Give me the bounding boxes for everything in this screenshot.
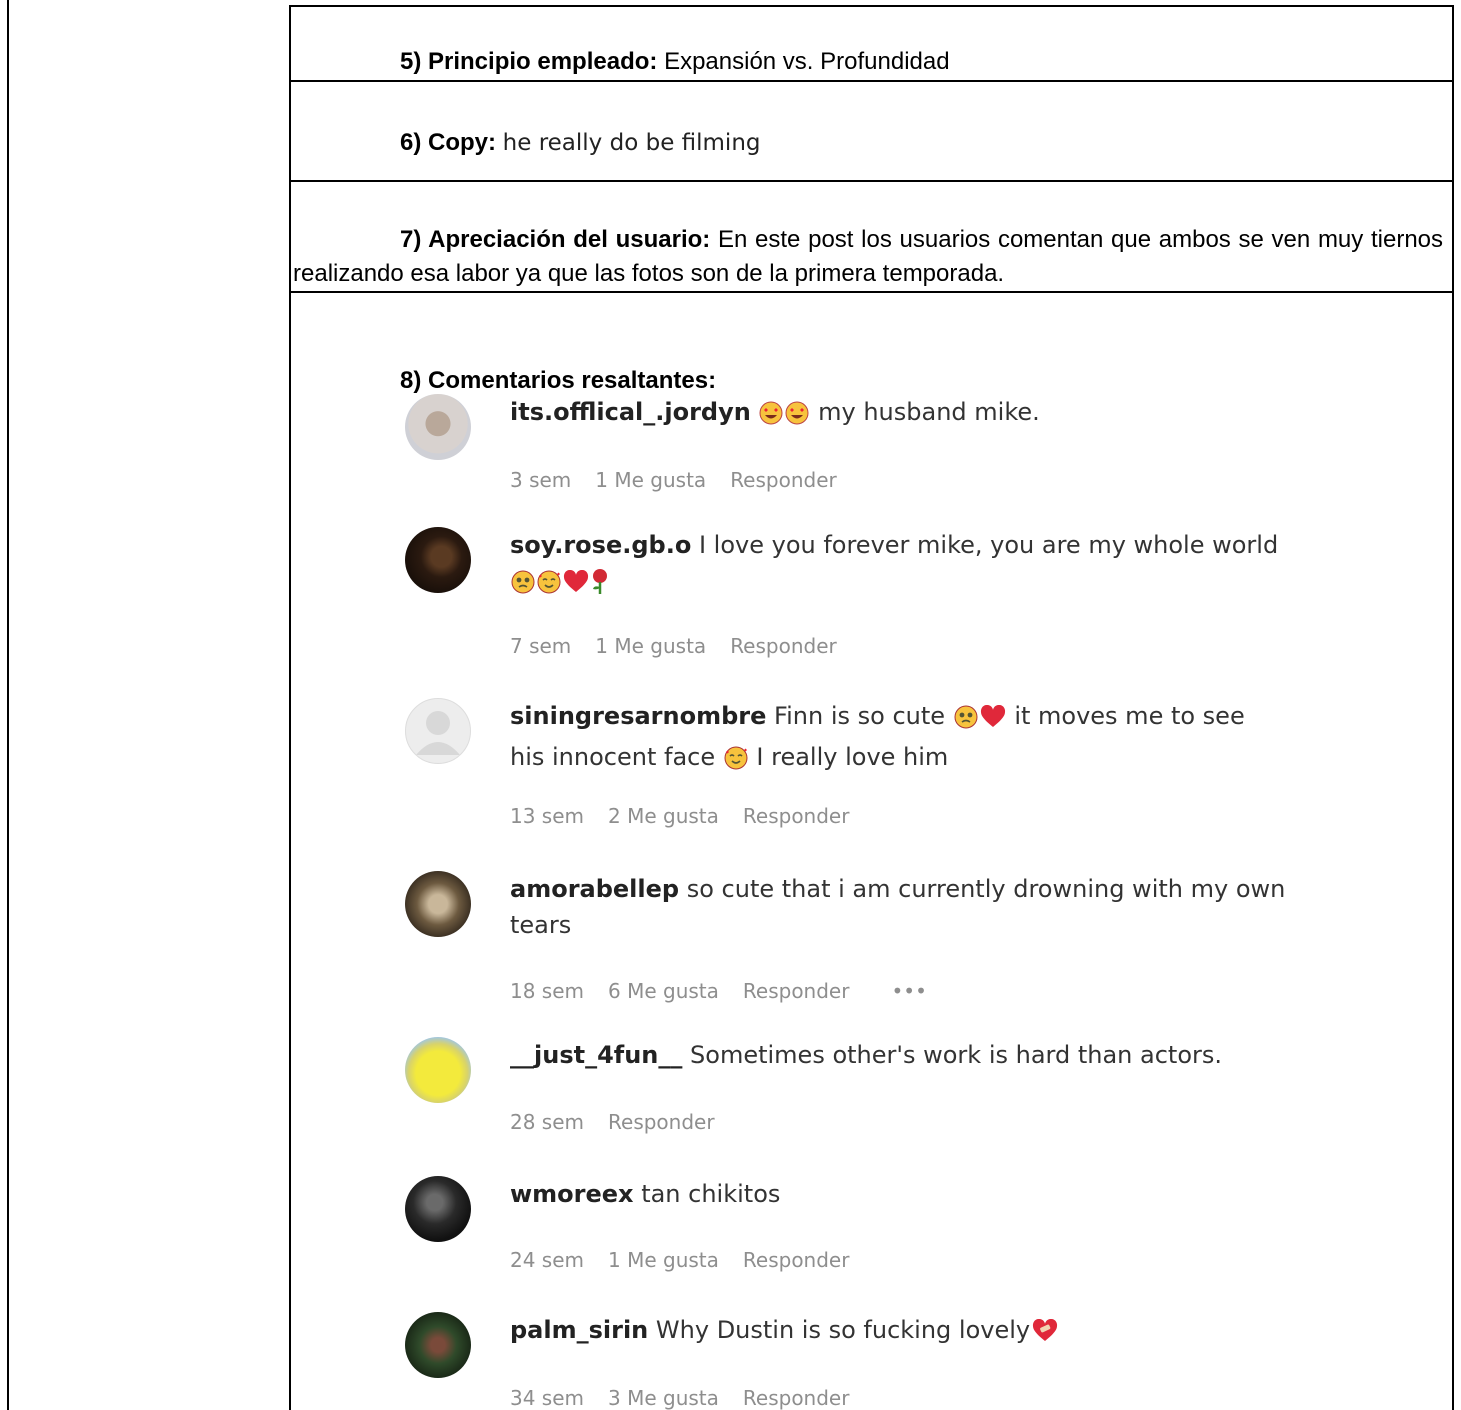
row-divider [289,291,1454,293]
comment-text-body: Why Dustin is so fucking lovely [655,1316,1031,1344]
comment-body: palm_sirin Why Dustin is so fucking love… [510,1312,1310,1410]
comment-time[interactable]: 7 sem [510,634,571,658]
comentarios-row: 8) Comentarios resaltantes: [400,366,716,396]
comment-likes[interactable]: 1 Me gusta [595,634,706,658]
comment-time[interactable]: 24 sem [510,1248,584,1272]
comment-meta: 24 sem 1 Me gusta Responder [510,1248,873,1272]
pleading-face-emoji-icon [954,703,978,739]
comment-text-body: so cute that i am currently drowning wit… [686,875,1286,903]
comment-username[interactable]: its.offlical_.jordyn [510,398,751,426]
smiling-hearts-emoji-icon [537,568,561,604]
avatar[interactable] [405,527,471,593]
comentarios-label: 8) Comentarios resaltantes: [400,367,717,394]
comment-body: __just_4fun__ Sometimes other's work is … [510,1037,1310,1134]
comment-body: soy.rose.gb.o I love you forever mike, y… [510,527,1310,658]
rose-emoji-icon [591,568,609,604]
comment-meta: 18 sem 6 Me gusta Responder ••• [510,979,951,1003]
comment-text: __just_4fun__ Sometimes other's work is … [510,1037,1310,1073]
copy-row: 6) Copy: he really do be filming [400,128,761,158]
comment-likes[interactable]: 1 Me gusta [595,468,706,492]
comment-emoji-line [510,563,1310,604]
comment-body: wmoreex tan chikitos 24 sem 1 Me gusta Res… [510,1176,1310,1272]
reply-button[interactable]: Responder [730,634,837,658]
comment-time[interactable]: 13 sem [510,804,584,828]
comment-text-body: Sometimes other's work is hard than acto… [690,1041,1223,1069]
comment-likes[interactable]: 2 Me gusta [608,804,719,828]
comment-text: its.offlical_.jordyn my husband mike. [510,394,1310,435]
reply-button[interactable]: Responder [608,1110,715,1134]
comment-text: soy.rose.gb.o I love you forever mike, y… [510,527,1310,563]
comment-body: amorabellep so cute that i am currently … [510,871,1310,1003]
comment-meta: 34 sem 3 Me gusta Responder [510,1386,873,1410]
comment-username[interactable]: siningresarnombre [510,702,766,730]
comment-text-part: I really love him [756,743,949,771]
comment-text-body: I love you forever mike, you are my whol… [698,531,1279,559]
avatar[interactable] [405,1312,471,1378]
copy-label: 6) Copy: [400,129,496,156]
more-options-icon[interactable]: ••• [891,979,926,1003]
comment-text-part: his innocent face [510,743,716,771]
comment-meta: 3 sem 1 Me gusta Responder [510,468,861,492]
apreciacion-label: 7) Apreciación del usuario: [400,226,711,253]
comment-username[interactable]: __just_4fun__ [510,1041,682,1069]
comment-likes[interactable]: 1 Me gusta [608,1248,719,1272]
comment-time[interactable]: 3 sem [510,468,571,492]
principio-label: 5) Principio empleado: [400,48,658,75]
comment-likes[interactable]: 3 Me gusta [608,1386,719,1410]
left-page-rule [7,0,9,1410]
red-heart-emoji-icon [980,703,1006,739]
default-avatar-icon[interactable] [405,698,471,764]
reply-button[interactable]: Responder [743,804,850,828]
comment-text: palm_sirin Why Dustin is so fucking love… [510,1312,1310,1353]
comment-time[interactable]: 34 sem [510,1386,584,1410]
comment-body: siningresarnombre Finn is so cute it mov… [510,698,1310,828]
comment-username[interactable]: palm_sirin [510,1316,648,1344]
pleading-face-emoji-icon [511,568,535,604]
comment-meta: 28 sem Responder [510,1110,739,1134]
comment-meta: 13 sem 2 Me gusta Responder [510,804,873,828]
comment-time[interactable]: 18 sem [510,979,584,1003]
comment-username[interactable]: amorabellep [510,875,679,903]
reply-button[interactable]: Responder [743,979,850,1003]
principio-row: 5) Principio empleado: Expansión vs. Pro… [400,47,950,77]
smiling-hearts-emoji-icon [724,744,748,780]
avatar[interactable] [405,1037,471,1103]
reply-button[interactable]: Responder [743,1248,850,1272]
comment-text-line-2: his innocent face I really love him [510,739,1310,780]
avatar[interactable] [405,1176,471,1242]
comment-body: its.offlical_.jordyn my husband mike. 3 … [510,394,1310,492]
comment-meta: 7 sem 1 Me gusta Responder [510,634,861,658]
avatar[interactable] [405,394,471,460]
reply-button[interactable]: Responder [730,468,837,492]
heart-eyes-emoji-icon [759,399,783,435]
heart-eyes-emoji-icon [785,399,809,435]
reply-button[interactable]: Responder [743,1386,850,1410]
red-heart-emoji-icon [563,568,589,604]
comment-username[interactable]: wmoreex [510,1180,634,1208]
principio-value: Expansión vs. Profundidad [664,48,950,75]
comment-username[interactable]: soy.rose.gb.o [510,531,691,559]
comment-text: amorabellep so cute that i am currently … [510,871,1310,907]
comment-text-body: tan chikitos [641,1180,781,1208]
comment-text: siningresarnombre Finn is so cute it mov… [510,698,1310,739]
comment-text-part: it moves me to see [1014,702,1245,730]
apreciacion-row: 7) Apreciación del usuario: En este post… [293,223,1443,291]
comment-text-body: my husband mike. [818,398,1040,426]
avatar[interactable] [405,871,471,937]
heart-with-bandage-emoji-icon [1031,1317,1059,1353]
comment-text-part: Finn is so cute [774,702,946,730]
comment-text: wmoreex tan chikitos [510,1176,1310,1212]
comment-text-part: tears [510,911,572,939]
copy-value: he really do be filming [502,130,761,156]
comment-text-line-2: tears [510,907,1310,943]
comment-likes[interactable]: 6 Me gusta [608,979,719,1003]
row-divider [289,180,1454,182]
comment-time[interactable]: 28 sem [510,1110,584,1134]
row-divider [289,80,1454,82]
